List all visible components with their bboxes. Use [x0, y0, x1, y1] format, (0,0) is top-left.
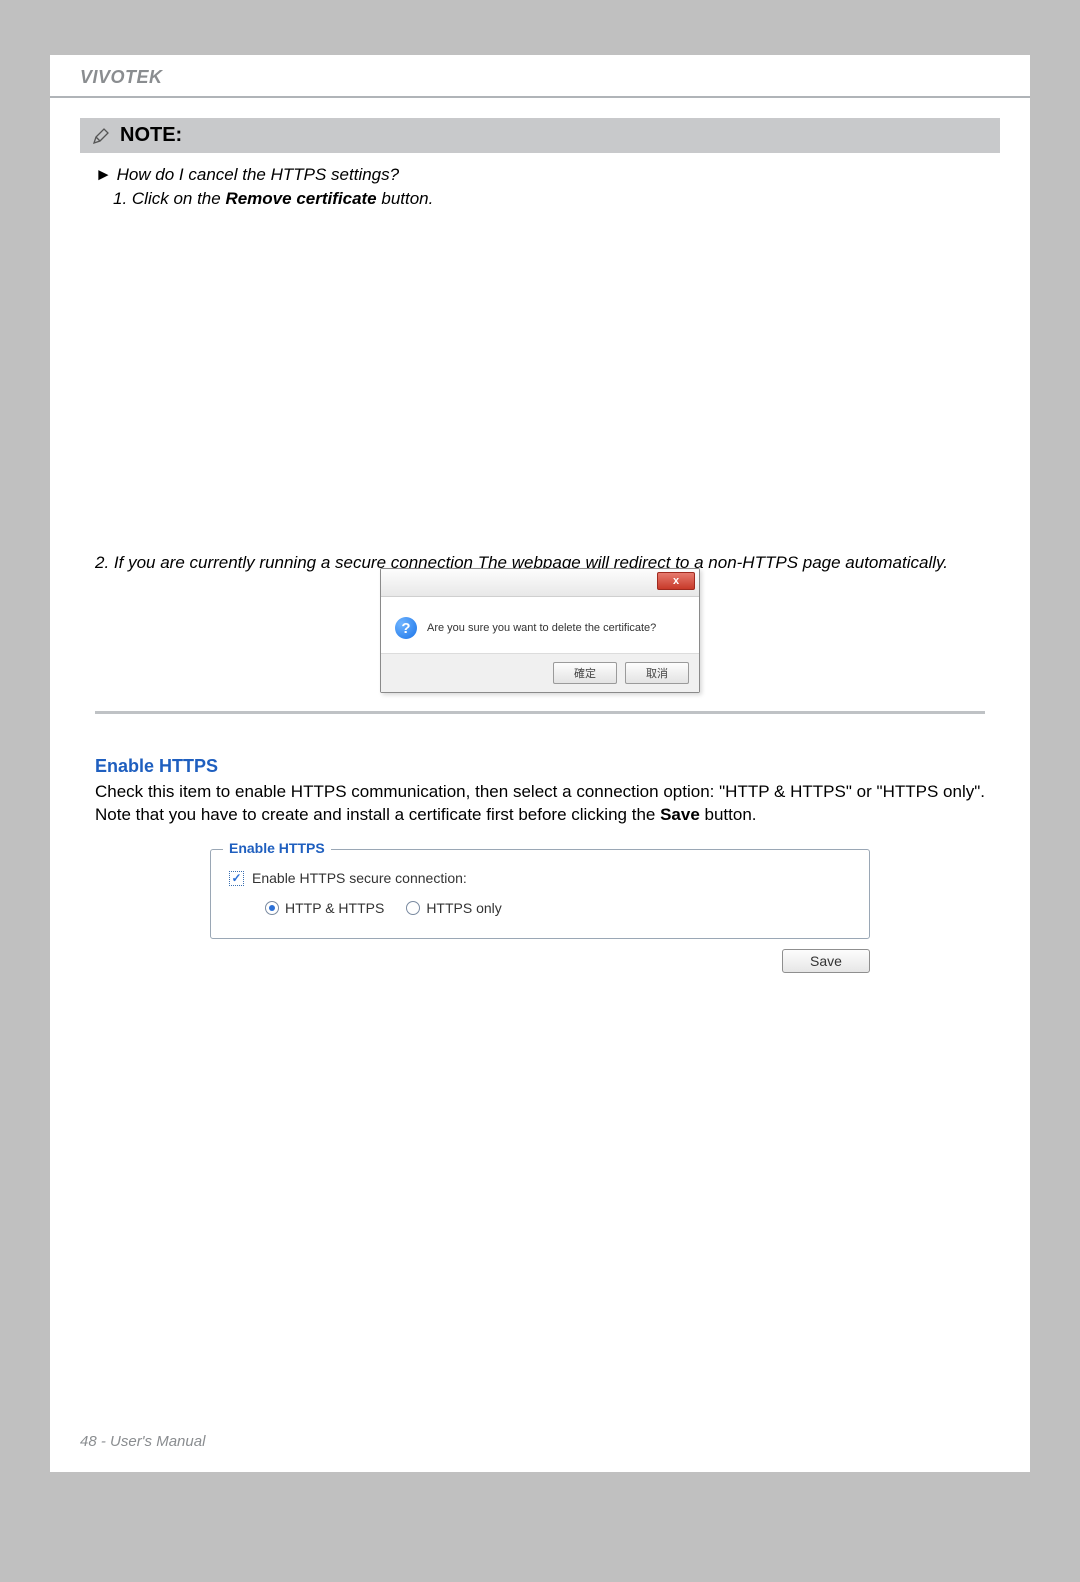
- radio-https-only[interactable]: [406, 901, 420, 915]
- pencil-icon: [90, 125, 112, 147]
- note-question-line: ► How do I cancel the HTTPS settings?: [95, 163, 985, 187]
- section-text-prefix: Check this item to enable HTTPS communic…: [95, 782, 985, 824]
- divider: [95, 711, 985, 714]
- page: VIVOTEK NOTE: ► How do I cancel the HTTP…: [50, 55, 1030, 1472]
- save-button[interactable]: Save: [782, 949, 870, 973]
- radio-option-https-only[interactable]: HTTPS only: [406, 900, 501, 916]
- fieldset-wrap: Enable HTTPS ✓ Enable HTTPS secure conne…: [80, 849, 1000, 939]
- step1-prefix: 1. Click on the: [113, 189, 225, 208]
- radio-option-http-https[interactable]: HTTP & HTTPS: [265, 900, 384, 916]
- note-header: NOTE:: [80, 118, 1000, 153]
- close-button[interactable]: x: [657, 572, 695, 590]
- page-header: VIVOTEK: [50, 55, 1030, 98]
- arrow-icon: ►: [95, 165, 112, 184]
- fieldset-legend: Enable HTTPS: [223, 840, 331, 856]
- enable-https-checkbox-label: Enable HTTPS secure connection:: [252, 870, 467, 886]
- page-content: NOTE: ► How do I cancel the HTTPS settin…: [50, 98, 1030, 973]
- step1-suffix: button.: [377, 189, 434, 208]
- section-text-bold: Save: [660, 805, 700, 824]
- dialog-message: Are you sure you want to delete the cert…: [427, 622, 656, 634]
- enable-https-fieldset: Enable HTTPS ✓ Enable HTTPS secure conne…: [210, 849, 870, 939]
- dialog-wrap: x ? Are you sure you want to delete the …: [80, 568, 1000, 693]
- note-body: ► How do I cancel the HTTPS settings? 1.…: [80, 153, 1000, 211]
- cancel-button[interactable]: 取消: [625, 662, 689, 684]
- enable-https-checkbox-row: ✓ Enable HTTPS secure connection:: [229, 870, 851, 886]
- radio-https-only-label: HTTPS only: [426, 900, 501, 916]
- note-step-1: 1. Click on the Remove certificate butto…: [113, 187, 985, 211]
- question-icon: ?: [395, 617, 417, 639]
- step1-bold: Remove certificate: [225, 189, 376, 208]
- radio-http-https-label: HTTP & HTTPS: [285, 900, 384, 916]
- note-question: How do I cancel the HTTPS settings?: [117, 165, 400, 184]
- dialog-buttons: 確定 取消: [381, 653, 699, 692]
- section-text-suffix: button.: [700, 805, 757, 824]
- section-title: Enable HTTPS: [95, 756, 985, 777]
- screenshot-placeholder: [80, 211, 1000, 551]
- enable-https-checkbox[interactable]: ✓: [229, 871, 244, 886]
- confirm-dialog: x ? Are you sure you want to delete the …: [380, 568, 700, 693]
- dialog-body: ? Are you sure you want to delete the ce…: [381, 597, 699, 653]
- save-row: Save: [210, 949, 870, 973]
- connection-mode-radios: HTTP & HTTPS HTTPS only: [265, 900, 851, 916]
- note-title: NOTE:: [120, 124, 182, 147]
- dialog-titlebar: x: [381, 569, 699, 597]
- ok-button[interactable]: 確定: [553, 662, 617, 684]
- radio-http-https[interactable]: [265, 901, 279, 915]
- brand-label: VIVOTEK: [80, 67, 1000, 88]
- section-text: Check this item to enable HTTPS communic…: [80, 781, 1000, 827]
- page-footer: 48 - User's Manual: [80, 1433, 205, 1450]
